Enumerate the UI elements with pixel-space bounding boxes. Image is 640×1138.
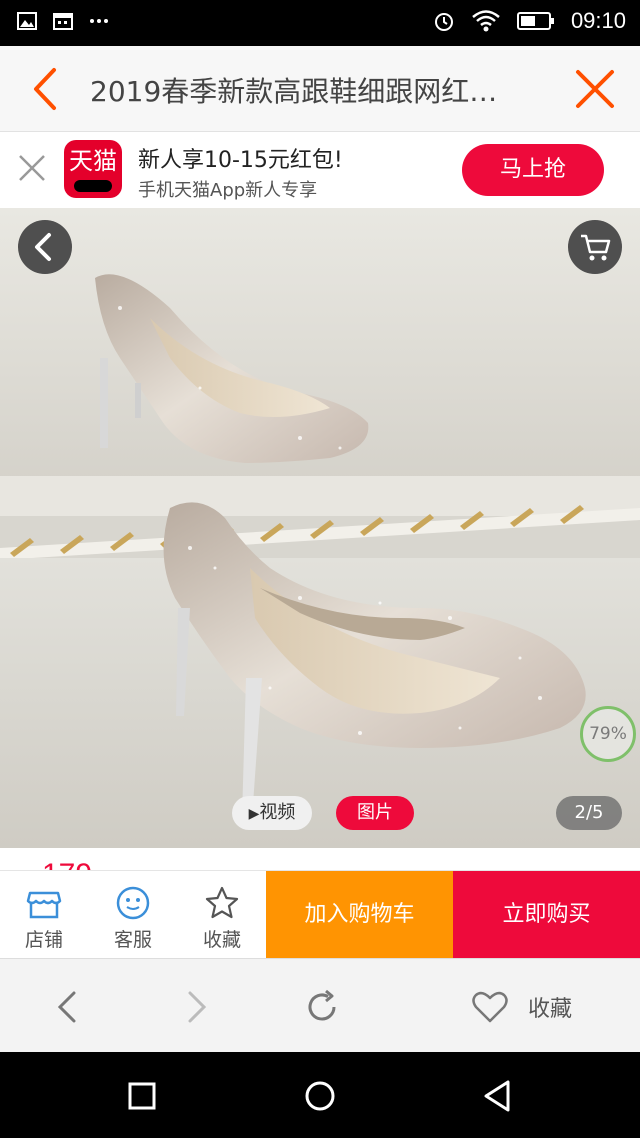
- favorite-button[interactable]: 收藏: [178, 871, 266, 959]
- play-icon: ▶: [248, 806, 260, 822]
- grab-now-button[interactable]: 马上抢: [462, 144, 604, 196]
- promo-subtitle: 手机天猫App新人专享: [138, 180, 318, 201]
- image-back-icon[interactable]: [18, 220, 72, 274]
- product-photo: [0, 208, 640, 848]
- refresh-icon[interactable]: [302, 987, 342, 1027]
- status-bar: 09:10: [0, 0, 640, 46]
- progress-badge: 79%: [580, 706, 636, 762]
- back-arrow-icon[interactable]: [22, 64, 72, 114]
- cart-icon[interactable]: [568, 220, 622, 274]
- image-icon: [17, 12, 37, 30]
- tab-photos[interactable]: 图片: [336, 796, 414, 830]
- price-strip: 179: [0, 848, 640, 870]
- page-indicator: 2/5: [556, 796, 622, 830]
- browser-nav-bar: 收藏: [0, 958, 640, 1052]
- app-icon-text: 天猫: [69, 147, 117, 175]
- page-title: 2019春季新款高跟鞋细跟网红…: [90, 75, 498, 108]
- customer-service-icon: [116, 886, 150, 920]
- title-bar: 2019春季新款高跟鞋细跟网红…: [0, 46, 640, 132]
- battery-icon: [516, 12, 554, 30]
- alarm-icon: [434, 13, 453, 31]
- system-nav-bar: [0, 1052, 640, 1138]
- add-to-cart-button[interactable]: 加入购物车: [266, 871, 453, 959]
- customer-service-label: 客服: [113, 929, 152, 951]
- back-triangle-icon[interactable]: [478, 1076, 518, 1116]
- recent-apps-icon[interactable]: [122, 1076, 162, 1116]
- wifi-icon: [472, 10, 500, 32]
- tab-video[interactable]: ▶视频: [232, 796, 312, 830]
- buy-now-button[interactable]: 立即购买: [453, 871, 640, 959]
- shop-icon: [26, 891, 62, 919]
- customer-service-button[interactable]: 客服: [89, 871, 177, 959]
- heart-icon[interactable]: [470, 987, 510, 1027]
- favorite-label: 收藏: [202, 929, 241, 951]
- shop-button[interactable]: 店铺: [0, 871, 88, 959]
- tmall-app-icon: 天猫: [64, 140, 122, 198]
- nav-back-icon[interactable]: [48, 987, 88, 1027]
- tab-video-label: 视频: [259, 802, 296, 823]
- product-image-carousel[interactable]: 79% ▶视频 图片 2/5: [0, 208, 640, 848]
- star-icon: [205, 886, 239, 919]
- browser-favorite-label[interactable]: 收藏: [528, 991, 572, 1023]
- promo-headline: 新人享10-15元红包!: [138, 148, 343, 173]
- calendar-icon: [53, 13, 73, 30]
- close-icon[interactable]: [570, 64, 620, 114]
- shop-label: 店铺: [24, 929, 63, 951]
- action-bar: 店铺 客服 收藏 加入购物车 立即购买: [0, 870, 640, 959]
- dismiss-promo-icon[interactable]: [16, 152, 48, 184]
- promo-banner: 天猫 新人享10-15元红包! 手机天猫App新人专享 马上抢: [0, 132, 640, 208]
- more-icon: [90, 19, 108, 23]
- price-value: 179: [42, 858, 92, 870]
- nav-forward-icon[interactable]: [176, 987, 216, 1027]
- home-icon[interactable]: [300, 1076, 340, 1116]
- clock: 09:10: [570, 8, 626, 33]
